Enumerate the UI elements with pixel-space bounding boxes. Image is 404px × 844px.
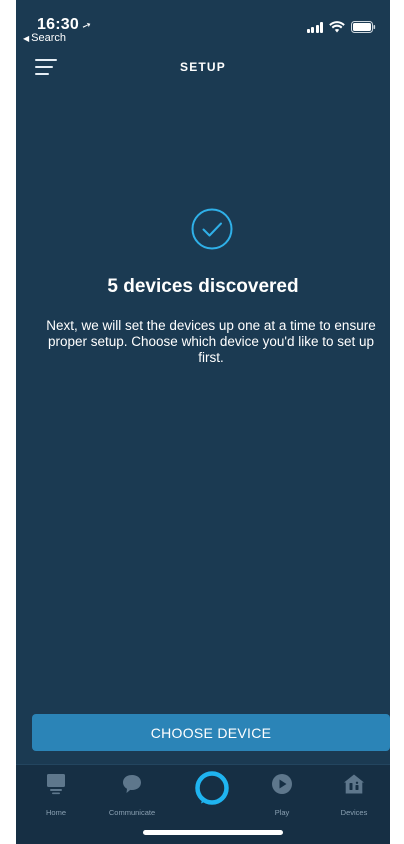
cellular-signal-icon — [306, 21, 323, 33]
home-icon — [19, 773, 93, 795]
back-link-label: Search — [31, 32, 67, 44]
tab-play-label: Play — [274, 808, 290, 817]
devices-house-icon — [317, 773, 390, 795]
status-icons — [306, 20, 377, 34]
page-title: SETUP — [179, 60, 226, 74]
location-arrow-icon: ➚ — [79, 18, 93, 34]
alexa-ring-icon[interactable] — [194, 770, 230, 806]
tab-communicate-label: Communicate — [108, 808, 156, 817]
clock-text: 16:30 — [37, 16, 79, 33]
tab-devices-label: Devices — [340, 808, 368, 817]
tab-devices[interactable]: Devices — [317, 773, 390, 819]
setup-instructions-text: Next, we will set the devices up one at … — [46, 318, 376, 365]
chat-bubble-icon — [95, 773, 169, 795]
back-triangle-icon: ◀ — [23, 34, 30, 43]
status-bar: 16:30➚ ◀ Search — [16, 0, 390, 46]
wifi-icon — [329, 21, 345, 33]
back-to-search-link[interactable]: ◀ Search — [23, 32, 66, 44]
tab-home[interactable]: Home — [19, 773, 93, 819]
battery-icon — [351, 21, 376, 33]
choose-device-button[interactable]: CHOOSE DEVICE — [32, 714, 390, 751]
app-screen: 16:30➚ ◀ Search SETUP 5 devices discover… — [16, 0, 390, 844]
devices-discovered-heading: 5 devices discovered — [107, 276, 299, 297]
tab-home-label: Home — [45, 808, 66, 817]
tab-play[interactable]: Play — [245, 773, 319, 819]
check-circle-icon — [191, 208, 233, 250]
top-navigation-bar: SETUP — [16, 50, 390, 86]
play-icon — [245, 773, 319, 795]
tab-communicate[interactable]: Communicate — [95, 773, 169, 819]
home-indicator[interactable] — [143, 830, 283, 835]
